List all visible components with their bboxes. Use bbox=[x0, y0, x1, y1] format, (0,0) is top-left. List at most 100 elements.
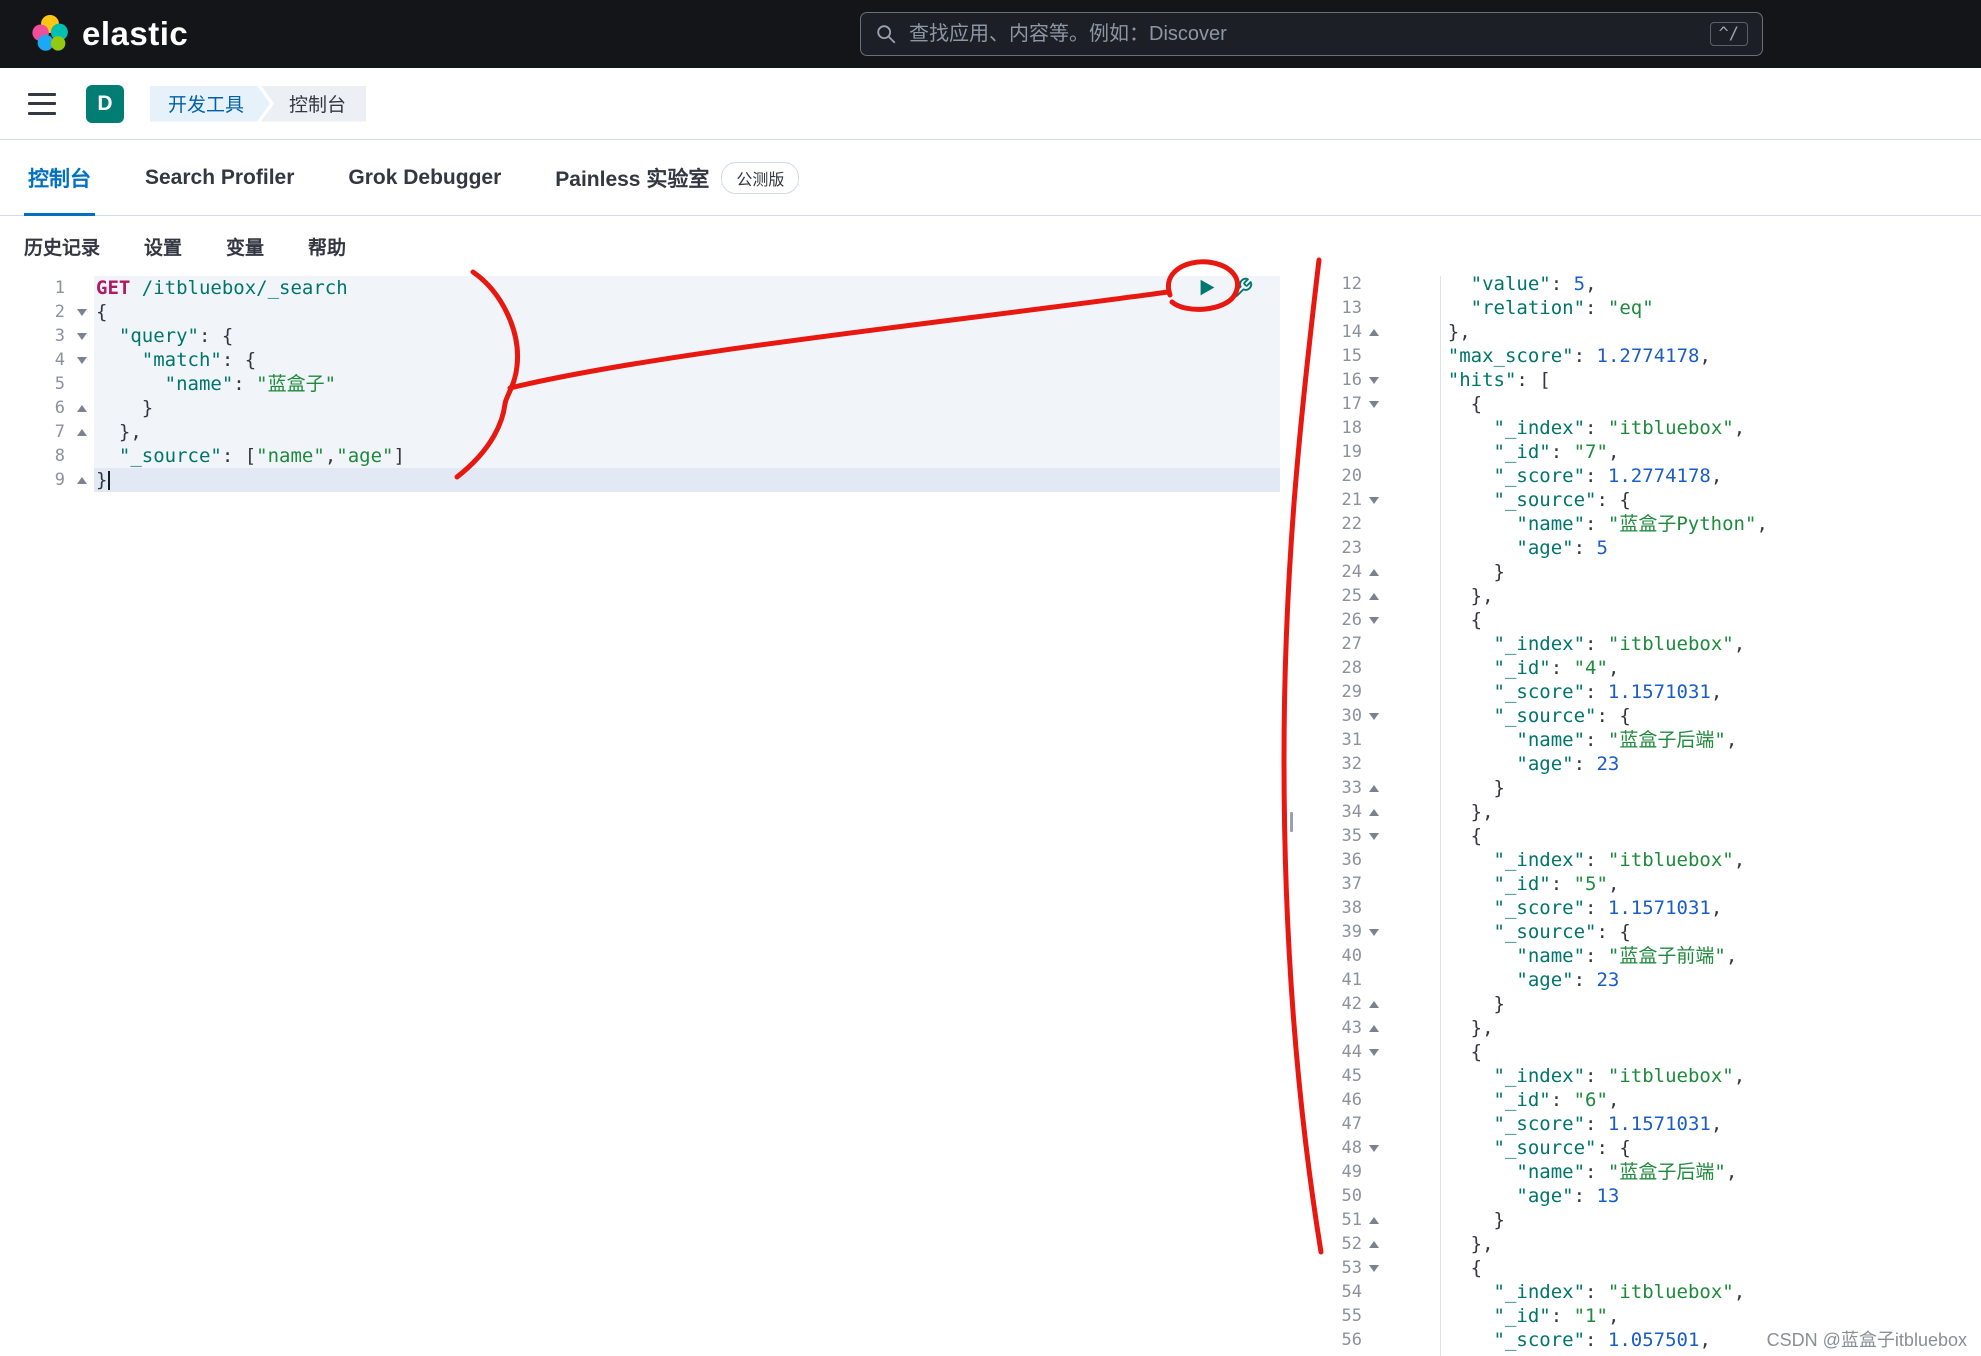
code-token: , bbox=[1607, 1089, 1620, 1111]
fold-toggle-icon[interactable] bbox=[1369, 808, 1379, 816]
code-token: "_index" bbox=[1493, 1065, 1586, 1087]
fold-toggle-icon[interactable] bbox=[1369, 568, 1379, 576]
code-token: , bbox=[1733, 633, 1746, 655]
response-line: 39 "_source": { bbox=[1322, 920, 1981, 944]
fold-toggle-icon[interactable] bbox=[77, 428, 87, 436]
code-line: "age": 5 bbox=[1386, 536, 1981, 560]
fold-slot bbox=[1362, 1208, 1386, 1232]
code-token: 5 bbox=[1573, 276, 1586, 295]
response-line: 12 "value": 5, bbox=[1322, 276, 1981, 296]
code-token: }, bbox=[1402, 585, 1494, 607]
fold-toggle-icon[interactable] bbox=[1369, 376, 1379, 384]
menu-icon[interactable] bbox=[28, 92, 56, 115]
code-token: , bbox=[1699, 1329, 1711, 1351]
fold-slot bbox=[1362, 800, 1386, 824]
fold-toggle-icon[interactable] bbox=[1369, 400, 1379, 408]
console-menu-help[interactable]: 帮助 bbox=[308, 233, 346, 260]
fold-toggle-icon[interactable] bbox=[1369, 616, 1379, 624]
response-line: 22 "name": "蓝盒子Python", bbox=[1322, 512, 1981, 536]
fold-toggle-icon[interactable] bbox=[1369, 1240, 1379, 1248]
code-line: "relation": "eq" bbox=[1386, 296, 1981, 320]
tab-search-profiler[interactable]: Search Profiler bbox=[133, 140, 306, 215]
fold-toggle-icon[interactable] bbox=[1369, 712, 1379, 720]
response-line: 51 } bbox=[1322, 1208, 1981, 1232]
response-line: 55 "_id": "1", bbox=[1322, 1304, 1981, 1328]
code-token: : bbox=[1585, 465, 1608, 487]
fold-toggle-icon[interactable] bbox=[1369, 328, 1379, 336]
response-viewer[interactable]: 12 "value": 5, 13 "relation": "eq" 14 }, 15… bbox=[1322, 276, 1981, 1356]
console-menu-variables[interactable]: 变量 bbox=[226, 233, 264, 260]
code-token: : bbox=[1585, 513, 1608, 535]
tab-console[interactable]: 控制台 bbox=[16, 140, 103, 216]
elastic-logo[interactable]: elastic bbox=[30, 14, 188, 54]
line-number: 32 bbox=[1341, 754, 1362, 774]
code-token: : bbox=[233, 373, 257, 395]
fold-toggle-icon[interactable] bbox=[1369, 1264, 1379, 1272]
code-token: "match" bbox=[141, 349, 222, 371]
fold-slot bbox=[1362, 728, 1386, 752]
fold-toggle-icon[interactable] bbox=[1369, 1144, 1379, 1152]
tab-painless-lab[interactable]: Painless 实验室 公测版 bbox=[543, 140, 811, 215]
response-line: 52 }, bbox=[1322, 1232, 1981, 1256]
fold-slot bbox=[1362, 704, 1386, 728]
response-line: 34 }, bbox=[1322, 800, 1981, 824]
code-line: "query": { bbox=[94, 324, 1280, 348]
code-line: "_index": "itbluebox", bbox=[1386, 416, 1981, 440]
fold-toggle-icon[interactable] bbox=[1369, 496, 1379, 504]
code-token: : { bbox=[1596, 1137, 1631, 1159]
fold-toggle-icon[interactable] bbox=[1369, 1000, 1379, 1008]
code-line: "_id": "6", bbox=[1386, 1088, 1981, 1112]
global-search[interactable]: ^/ bbox=[860, 12, 1763, 56]
tab-grok-debugger[interactable]: Grok Debugger bbox=[336, 140, 513, 215]
fold-toggle-icon[interactable] bbox=[77, 356, 87, 364]
response-line: 27 "_index": "itbluebox", bbox=[1322, 632, 1981, 656]
response-line: 57 "_source": { bbox=[1322, 1352, 1981, 1356]
fold-toggle-icon[interactable] bbox=[1369, 784, 1379, 792]
fold-slot bbox=[1362, 464, 1386, 488]
fold-toggle-icon[interactable] bbox=[1369, 592, 1379, 600]
code-token: } bbox=[1402, 777, 1505, 799]
fold-slot bbox=[1362, 536, 1386, 560]
fold-slot bbox=[1362, 368, 1386, 392]
console-menu-settings[interactable]: 设置 bbox=[144, 233, 182, 260]
code-token: "蓝盒子后端" bbox=[1607, 1161, 1726, 1183]
fold-toggle-icon[interactable] bbox=[1369, 1216, 1379, 1224]
line-number: 3 bbox=[54, 326, 65, 346]
line-number: 28 bbox=[1341, 658, 1362, 678]
fold-toggle-icon[interactable] bbox=[77, 476, 87, 484]
response-line: 41 "age": 23 bbox=[1322, 968, 1981, 992]
fold-toggle-icon[interactable] bbox=[77, 404, 87, 412]
fold-toggle-icon[interactable] bbox=[1369, 1048, 1379, 1056]
search-input[interactable] bbox=[907, 21, 1710, 47]
pane-splitter-handle[interactable] bbox=[1284, 812, 1293, 832]
fold-toggle-icon[interactable] bbox=[1369, 832, 1379, 840]
send-request-button[interactable] bbox=[1196, 277, 1218, 299]
fold-toggle-icon[interactable] bbox=[1369, 928, 1379, 936]
console-menu-history[interactable]: 历史记录 bbox=[24, 233, 100, 260]
request-editor[interactable]: 1 GET /itbluebox/_search 2{3 "query": {4 "… bbox=[0, 276, 1280, 1356]
code-token: , bbox=[1733, 1281, 1746, 1303]
fold-toggle-icon[interactable] bbox=[1369, 1024, 1379, 1032]
code-token: 5 bbox=[1596, 537, 1608, 559]
code-token: : bbox=[1585, 1329, 1608, 1351]
code-line: "name": "蓝盒子前端", bbox=[1386, 944, 1981, 968]
breadcrumb-dev-tools[interactable]: 开发工具 bbox=[150, 86, 270, 122]
fold-slot bbox=[1362, 1352, 1386, 1356]
line-number: 4 bbox=[54, 350, 65, 370]
fold-toggle-icon[interactable] bbox=[77, 332, 87, 340]
code-token: : bbox=[1573, 969, 1597, 991]
fold-slot bbox=[1362, 1112, 1386, 1136]
response-line: 16 "hits": [ bbox=[1322, 368, 1981, 392]
fold-toggle-icon[interactable] bbox=[77, 308, 87, 316]
line-number: 47 bbox=[1341, 1114, 1362, 1134]
deployment-badge[interactable]: D bbox=[86, 84, 124, 123]
wrench-icon[interactable] bbox=[1231, 277, 1253, 299]
code-line: "name": "蓝盒子Python", bbox=[1386, 512, 1981, 536]
fold-slot bbox=[1362, 1280, 1386, 1304]
